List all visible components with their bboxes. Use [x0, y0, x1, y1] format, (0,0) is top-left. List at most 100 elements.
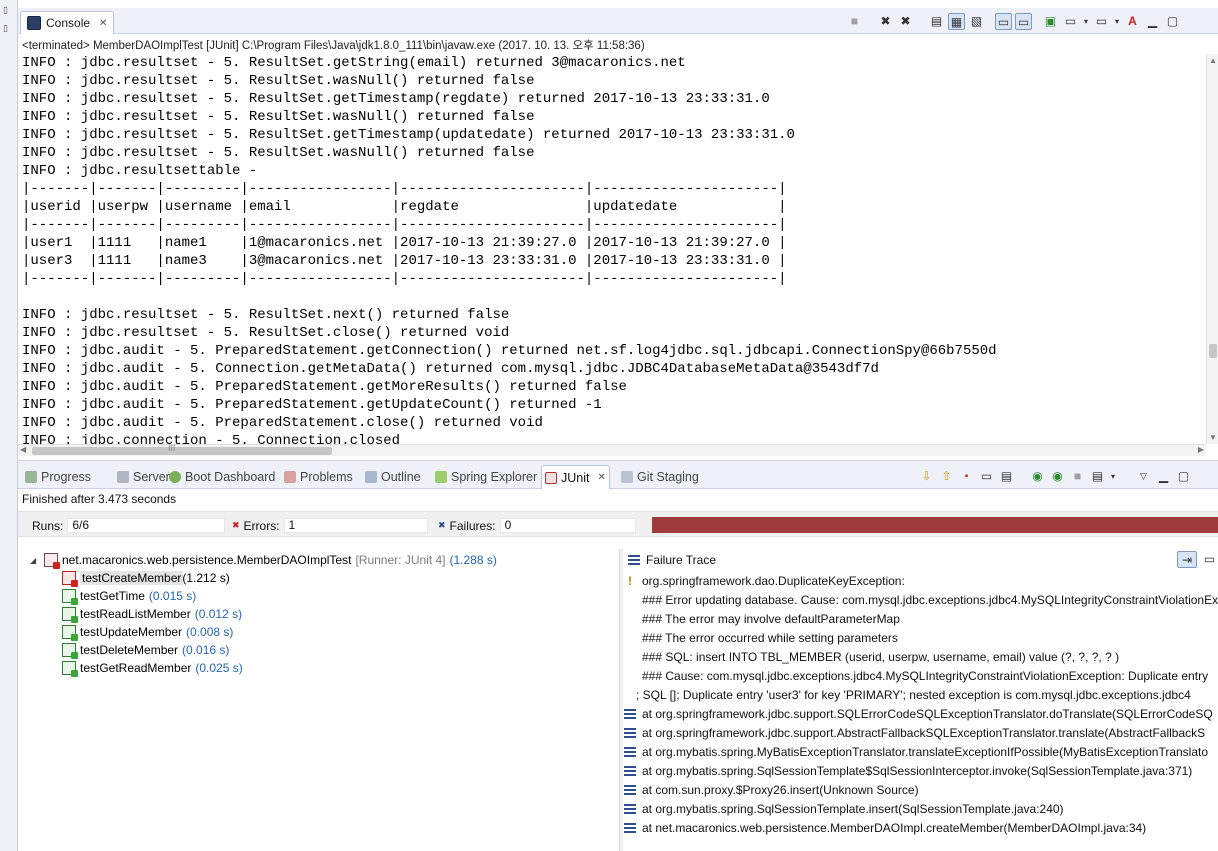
filter-stack-trace-icon[interactable]: ⇥ [1177, 551, 1197, 568]
show-on-stdout-icon[interactable]: ▭ [995, 12, 1012, 30]
trim-icon[interactable]: ▯ [3, 24, 14, 33]
tab-junit[interactable]: JUnit ✕ [541, 465, 610, 489]
left-edge-strip: ▯ ▯ [0, 0, 18, 851]
trace-text: at org.mybatis.spring.MyBatisExceptionTr… [642, 744, 1209, 759]
console-line: INFO : jdbc.resultset - 5. ResultSet.was… [22, 73, 535, 89]
stack-frame-icon [624, 727, 636, 738]
console-line: INFO : jdbc.resultset - 5. ResultSet.was… [22, 145, 535, 161]
maximize-icon[interactable]: ▢ [1175, 468, 1192, 485]
console-line: |-------|-------|---------|-------------… [22, 181, 787, 197]
console-line: |user3 |1111 |name3 |3@macaronics.net |2… [22, 253, 787, 269]
tree-trace-splitter[interactable] [619, 549, 623, 851]
maximize-icon[interactable]: ▢ [1164, 13, 1181, 30]
stack-frame-icon [624, 784, 636, 795]
test-passed-icon [62, 643, 78, 659]
error-icon: ✖ [232, 520, 240, 530]
word-wrap-icon[interactable]: ▧ [968, 13, 985, 30]
console-toolbar: ■ ✖ ✖ ▤ ▦ ▧ ▭ ▭ ▣ ▭ ▾ ▭ ▾ A ▁ ▢ [846, 11, 1181, 31]
stack-frame[interactable]: at org.mybatis.spring.SqlSessionTemplate… [624, 761, 1192, 780]
view-menu-icon[interactable]: ▽ [1135, 468, 1152, 485]
stack-frame[interactable]: at net.macaronics.web.persistence.Member… [624, 818, 1146, 837]
next-failure-icon[interactable]: ⇩ [918, 468, 935, 485]
collapse-icon[interactable]: ◢ [30, 556, 40, 565]
test-row[interactable]: testUpdateMember (0.008 s) [62, 623, 233, 641]
scroll-lock-icon[interactable]: ▭ [978, 468, 995, 485]
stack-frame[interactable]: at org.springframework.jdbc.support.SQLE… [624, 704, 1213, 723]
trim-icon[interactable]: ▯ [3, 6, 14, 15]
trace-text: ### SQL: insert INTO TBL_MEMBER (userid,… [642, 649, 1120, 664]
test-name: testGetReadMember [80, 661, 192, 675]
trace-message-line[interactable]: ; SQL []; Duplicate entry 'user3' for ke… [636, 685, 1191, 704]
tab-outline[interactable]: Outline [362, 465, 424, 489]
tab-label: Git Staging [637, 470, 699, 484]
runs-value: 6/6 [67, 518, 226, 533]
trace-message-line[interactable]: ### The error occurred while setting par… [642, 628, 898, 647]
tab-spring-explorer[interactable]: Spring Explorer [432, 465, 540, 489]
rerun-failed-first-icon[interactable]: ◉ [1049, 468, 1066, 485]
console-line: INFO : jdbc.resultset - 5. ResultSet.get… [22, 127, 795, 143]
failure-trace-toolbar: ⇥ ▭ [1177, 551, 1218, 568]
clear-console-icon[interactable]: ▤ [928, 13, 945, 30]
tab-boot-dashboard[interactable]: Boot Dashboard [166, 465, 278, 489]
close-icon[interactable]: ✕ [597, 472, 605, 483]
console-line: INFO : jdbc.resultset - 5. ResultSet.get… [22, 55, 686, 71]
exception-text: org.springframework.dao.DuplicateKeyExce… [642, 573, 905, 588]
scroll-thumb[interactable] [32, 447, 332, 455]
test-row[interactable]: testReadListMember (0.012 s) [62, 605, 242, 623]
remove-all-terminated-icon[interactable]: ✖ [897, 13, 914, 30]
console-output[interactable]: INFO : jdbc.resultset - 5. ResultSet.get… [22, 54, 1208, 444]
rerun-test-icon[interactable]: ◉ [1029, 468, 1046, 485]
stack-frame[interactable]: at org.mybatis.spring.MyBatisExceptionTr… [624, 742, 1208, 761]
show-failures-only-icon[interactable]: ▪ [958, 468, 975, 485]
minimize-icon[interactable]: ▁ [1155, 468, 1172, 485]
failures-label: Failures: [449, 518, 496, 533]
trace-message-line[interactable]: ### The error may involve defaultParamet… [642, 609, 900, 628]
show-on-stderr-icon[interactable]: ▭ [1015, 12, 1032, 30]
open-console-icon[interactable]: ▭ [1093, 13, 1110, 30]
stack-frame[interactable]: at org.springframework.jdbc.support.Abst… [624, 723, 1205, 742]
remove-launch-icon[interactable]: ✖ [877, 13, 894, 30]
tab-problems[interactable]: Problems [281, 465, 356, 489]
scroll-thumb[interactable] [1209, 344, 1217, 358]
compare-result-icon[interactable]: ▭ [1201, 551, 1218, 568]
suite-row[interactable]: ◢ net.macaronics.web.persistence.MemberD… [30, 551, 497, 569]
test-row[interactable]: testDeleteMember (0.016 s) [62, 641, 229, 659]
console-line: INFO : jdbc.audit - 5. PreparedStatement… [22, 379, 627, 395]
test-row[interactable]: testCreateMember (1.212 s) [62, 569, 230, 587]
trace-text: at net.macaronics.web.persistence.Member… [642, 820, 1147, 835]
console-line: |-------|-------|---------|-------------… [22, 271, 787, 287]
console-vertical-scrollbar[interactable]: ▲ ▼ [1206, 54, 1218, 444]
history-icon[interactable]: ▤ [998, 468, 1015, 485]
test-suite-error-icon [44, 553, 60, 569]
junit-icon [545, 471, 557, 484]
previous-failure-icon[interactable]: ⇧ [938, 468, 955, 485]
display-selected-console-icon[interactable]: ▭ [1062, 13, 1079, 30]
test-name: testCreateMember [80, 571, 184, 585]
tab-progress[interactable]: Progress [22, 465, 94, 489]
errors-label: Errors: [243, 518, 280, 533]
stack-frame[interactable]: at org.mybatis.spring.SqlSessionTemplate… [624, 799, 1064, 818]
trace-text: at org.mybatis.spring.SqlSessionTemplate… [642, 801, 1064, 816]
terminate-icon[interactable]: ■ [846, 13, 863, 30]
trace-message-line[interactable]: ### Cause: com.mysql.jdbc.exceptions.jdb… [642, 666, 1208, 685]
stack-frame[interactable]: at com.sun.proxy.$Proxy26.insert(Unknown… [624, 780, 919, 799]
tab-console[interactable]: Console ✕ [20, 11, 115, 34]
test-run-history-icon[interactable]: ▤ [1089, 468, 1106, 485]
tab-git-staging[interactable]: Git Staging [618, 465, 702, 489]
test-tree[interactable]: ◢ net.macaronics.web.persistence.MemberD… [18, 549, 618, 851]
trace-message-line[interactable]: ### Error updating database. Cause: com.… [642, 590, 1218, 609]
trace-exception-line[interactable]: ! org.springframework.dao.DuplicateKeyEx… [624, 571, 905, 590]
test-row[interactable]: testGetTime (0.015 s) [62, 587, 196, 605]
trace-message-line[interactable]: ### SQL: insert INTO TBL_MEMBER (userid,… [642, 647, 1119, 666]
test-row[interactable]: testGetReadMember (0.025 s) [62, 659, 243, 677]
console-line: INFO : jdbc.audit - 5. Connection.getMet… [22, 361, 879, 377]
pin-console-icon[interactable]: ▣ [1042, 13, 1059, 30]
stop-icon[interactable]: ■ [1069, 468, 1086, 485]
close-icon[interactable]: ✕ [99, 18, 107, 29]
spring-boot-icon[interactable]: A [1124, 13, 1141, 30]
outline-icon [365, 471, 377, 483]
scroll-lock-icon[interactable]: ▦ [948, 12, 965, 30]
minimize-icon[interactable]: ▁ [1144, 13, 1161, 30]
console-horizontal-scrollbar[interactable]: ◀ III ▶ [18, 443, 1206, 456]
console-tabbar: Console ✕ ■ ✖ ✖ ▤ ▦ ▧ ▭ ▭ ▣ ▭ ▾ ▭ ▾ A ▁ … [18, 8, 1218, 34]
